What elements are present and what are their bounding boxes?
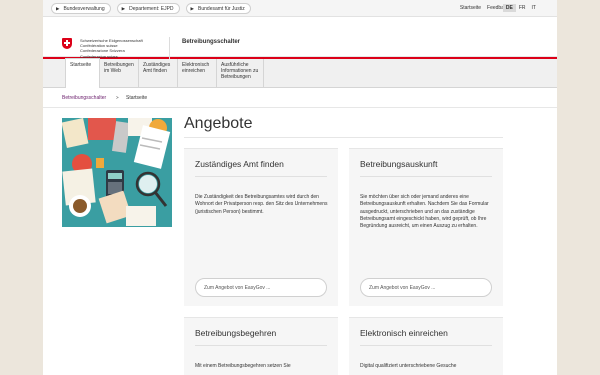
card-elektronisch-einreichen: Elektronisch einreichen Digital qualifiz… [349,317,503,375]
nav-ausfuehrliche-informationen[interactable]: Ausführliche Informationen zu Betreibung… [217,59,264,87]
site-header: Schweizerische Eidgenossenschaft Confédé… [43,17,557,65]
federal-breadcrumb: ▶ Bundesverwaltung ▶ Departement: EJPD ▶… [51,3,257,14]
swiss-cross-logo[interactable] [62,38,72,49]
card-divider [360,176,492,177]
breadcrumb-parent-link[interactable]: Betreibungsschalter [62,95,106,101]
easygov-button[interactable]: Zum Angebot von EasyGov ... [195,278,327,297]
illustration-graphic [62,118,172,227]
crumb-label: Bundesamt für Justiz [198,5,245,12]
easygov-button[interactable]: Zum Angebot von EasyGov ... [360,278,492,297]
crumb-bundesamt[interactable]: ▶ Bundesamt für Justiz [185,3,251,14]
nav-startseite[interactable]: Startseite [65,58,100,88]
card-body: Digital qualifiziert unterschriebene Ges… [360,363,457,369]
crumb-bundesverwaltung[interactable]: ▶ Bundesverwaltung [51,3,111,14]
nav-elektronisch-einreichen[interactable]: Elektronisch einreichen [178,59,217,87]
chevron-right-icon: ▶ [56,5,60,11]
desk-illustration [62,118,172,227]
nav-betreibungen-im-web[interactable]: Betreibungen im Web [100,59,139,87]
top-bar: ▶ Bundesverwaltung ▶ Departement: EJPD ▶… [43,0,557,17]
lang-de[interactable]: DE [502,4,516,12]
app-title: Betreibungsschalter [182,39,241,45]
main-nav: Startseite Betreibungen im Web Zuständig… [43,58,557,88]
page-title: Angebote [184,115,253,132]
card-title[interactable]: Elektronisch einreichen [360,328,448,338]
card-body: Die Zuständigkeit des Betreibungsamtes w… [195,194,328,215]
crumb-label: Departement: EJPD [129,5,174,12]
title-divider [184,137,503,138]
card-betreibungsauskunft: Betreibungsauskunft Sie möchten über sic… [349,148,503,306]
card-divider [360,345,492,346]
breadcrumb-current: Startseite [126,95,148,101]
card-zustaendiges-amt: Zuständiges Amt finden Die Zuständigkeit… [184,148,338,306]
card-divider [195,176,327,177]
card-betreibungsbegehren: Betreibungsbegehren Mit einem Betreibung… [184,317,338,375]
card-title[interactable]: Betreibungsbegehren [195,328,276,338]
top-links: Startseite Feedback [460,5,509,11]
crumb-label: Bundesverwaltung [63,5,105,12]
card-title[interactable]: Betreibungsauskunft [360,159,438,169]
card-body: Sie möchten über sich oder jemand andere… [360,194,489,230]
language-switcher: DE FR IT [502,4,539,12]
chevron-right-icon: > [116,95,119,100]
nav-zustaendiges-amt[interactable]: Zuständiges Amt finden [139,59,178,87]
card-body: Mit einem Betreibungsbegehren setzen Sie [195,363,291,369]
chevron-right-icon: ▶ [190,5,195,11]
startseite-link[interactable]: Startseite [460,5,481,11]
federal-name: Schweizerische Eidgenossenschaft Confédé… [80,38,143,59]
lang-it[interactable]: IT [529,4,539,12]
card-title[interactable]: Zuständiges Amt finden [195,159,284,169]
breadcrumb: Betreibungsschalter > Startseite [43,88,557,108]
lang-fr[interactable]: FR [516,4,529,12]
crumb-departement[interactable]: ▶ Departement: EJPD [116,3,180,14]
chevron-right-icon: ▶ [121,5,126,11]
card-divider [195,345,327,346]
browser-page: ▶ Bundesverwaltung ▶ Departement: EJPD ▶… [43,0,557,375]
